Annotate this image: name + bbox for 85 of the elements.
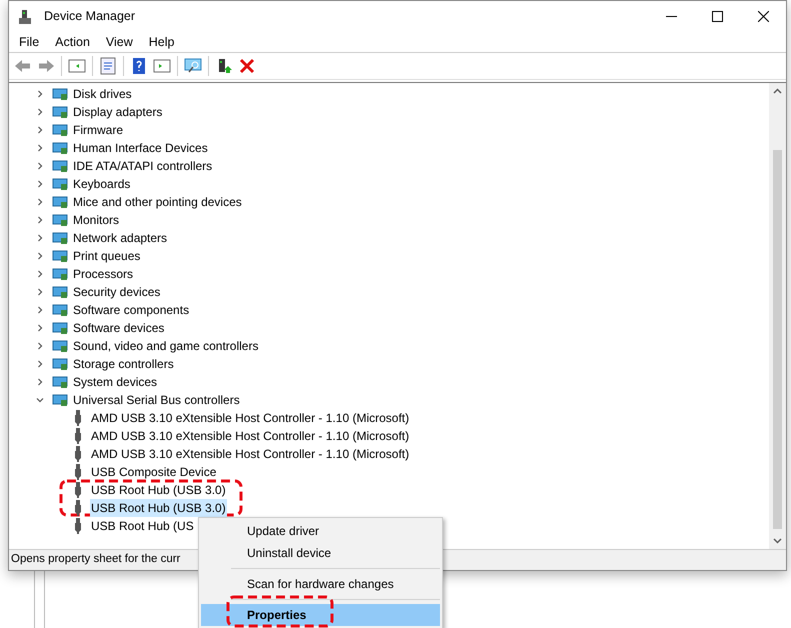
- menu-item[interactable]: Update driver: [201, 520, 440, 542]
- tree-item[interactable]: Network adapters: [72, 229, 168, 247]
- device-icon: [52, 140, 68, 156]
- usb-plug-icon: [74, 518, 82, 534]
- tree-item[interactable]: Sound, video and game controllers: [72, 337, 260, 355]
- chevron-right-icon[interactable]: [36, 144, 44, 152]
- chevron-right-icon[interactable]: [36, 378, 44, 386]
- device-icon: [52, 230, 68, 246]
- device-icon: [52, 248, 68, 264]
- maximize-icon: [712, 11, 722, 22]
- menu-item[interactable]: Scan for hardware changes: [201, 573, 440, 595]
- menu-item[interactable]: View: [98, 32, 141, 52]
- chevron-right-icon[interactable]: [36, 198, 44, 206]
- menu-item[interactable]: Uninstall device: [201, 542, 440, 564]
- chevron-right-icon[interactable]: [36, 360, 44, 368]
- tree-item[interactable]: Human Interface Devices: [72, 139, 209, 157]
- menu-item[interactable]: Action: [47, 32, 98, 52]
- scroll-thumb[interactable]: [773, 150, 782, 529]
- device-icon: [52, 194, 68, 210]
- chevron-right-icon[interactable]: [36, 342, 44, 350]
- chevron-right-icon[interactable]: [36, 252, 44, 260]
- tree-item[interactable]: Disk drives: [72, 85, 133, 103]
- tree-item[interactable]: Storage controllers: [72, 355, 175, 373]
- tree-item[interactable]: Software devices: [72, 319, 166, 337]
- device-icon: [52, 284, 68, 300]
- status-text: Opens property sheet for the curr: [11, 552, 180, 568]
- chevron-right-icon[interactable]: [36, 108, 44, 116]
- window-title: Device Manager: [44, 8, 136, 26]
- tree-item[interactable]: Firmware: [72, 121, 124, 139]
- tree-item[interactable]: Print queues: [72, 247, 142, 265]
- device-icon: [52, 320, 68, 336]
- tree-item[interactable]: AMD USB 3.10 eXtensible Host Controller - 1.10 (Microsoft): [90, 409, 410, 427]
- tree-item[interactable]: Processors: [72, 265, 134, 283]
- tree-item[interactable]: IDE ATA/ATAPI controllers: [72, 157, 214, 175]
- properties-sheet-icon[interactable]: [98, 56, 118, 76]
- tree-item[interactable]: AMD USB 3.10 eXtensible Host Controller - 1.10 (Microsoft): [90, 445, 410, 463]
- usb-plug-icon: [74, 482, 82, 498]
- delete-icon[interactable]: [237, 56, 257, 76]
- menu-item[interactable]: Help: [140, 32, 182, 52]
- chevron-right-icon[interactable]: [36, 216, 44, 224]
- tree-item[interactable]: USB Root Hub (USB 3.0): [90, 481, 227, 499]
- computer-icon: [17, 8, 33, 24]
- tree-item[interactable]: Universal Serial Bus controllers: [72, 391, 241, 409]
- tree-item[interactable]: Security devices: [72, 283, 162, 301]
- device-icon: [52, 212, 68, 228]
- usb-plug-icon: [74, 464, 82, 480]
- chevron-right-icon[interactable]: [36, 270, 44, 278]
- tree-item[interactable]: Keyboards: [72, 175, 132, 193]
- menu-item[interactable]: Properties: [201, 604, 440, 626]
- chevron-right-icon[interactable]: [36, 288, 44, 296]
- device-icon: [52, 122, 68, 138]
- tree-item[interactable]: USB Root Hub (USB 3.0): [90, 499, 227, 517]
- tree-item[interactable]: USB Composite Device: [90, 463, 218, 481]
- device-icon: [52, 338, 68, 354]
- device-icon: [52, 104, 68, 120]
- device-icon: [52, 356, 68, 372]
- device-icon: [52, 86, 68, 102]
- chevron-right-icon[interactable]: [36, 234, 44, 242]
- close-icon: [758, 11, 768, 22]
- chevron-right-icon[interactable]: [36, 162, 44, 170]
- tree-item[interactable]: Software components: [72, 301, 190, 319]
- tree-item[interactable]: AMD USB 3.10 eXtensible Host Controller - 1.10 (Microsoft): [90, 427, 410, 445]
- chevron-right-icon[interactable]: [36, 90, 44, 98]
- usb-plug-icon: [74, 410, 82, 426]
- chevron-right-icon[interactable]: [36, 306, 44, 314]
- usb-plug-icon: [74, 428, 82, 444]
- tree-item[interactable]: Display adapters: [72, 103, 164, 121]
- device-icon: [52, 374, 68, 390]
- tree-item[interactable]: Mice and other pointing devices: [72, 193, 243, 211]
- chevron-down-icon[interactable]: [36, 396, 44, 404]
- menu-item[interactable]: File: [11, 32, 48, 52]
- device-icon: [52, 158, 68, 174]
- device-icon: [52, 266, 68, 282]
- scrollbar[interactable]: [769, 83, 786, 549]
- device-icon: [52, 392, 68, 408]
- tree-item[interactable]: Monitors: [72, 211, 120, 229]
- chevron-right-icon[interactable]: [36, 324, 44, 332]
- chevron-right-icon[interactable]: [36, 180, 44, 188]
- tree-item[interactable]: USB Root Hub (US: [90, 517, 195, 535]
- chevron-right-icon[interactable]: [36, 126, 44, 134]
- usb-plug-icon: [74, 500, 82, 516]
- device-icon: [52, 302, 68, 318]
- usb-plug-icon: [74, 446, 82, 462]
- tree-item[interactable]: System devices: [72, 373, 158, 391]
- device-icon: [52, 176, 68, 192]
